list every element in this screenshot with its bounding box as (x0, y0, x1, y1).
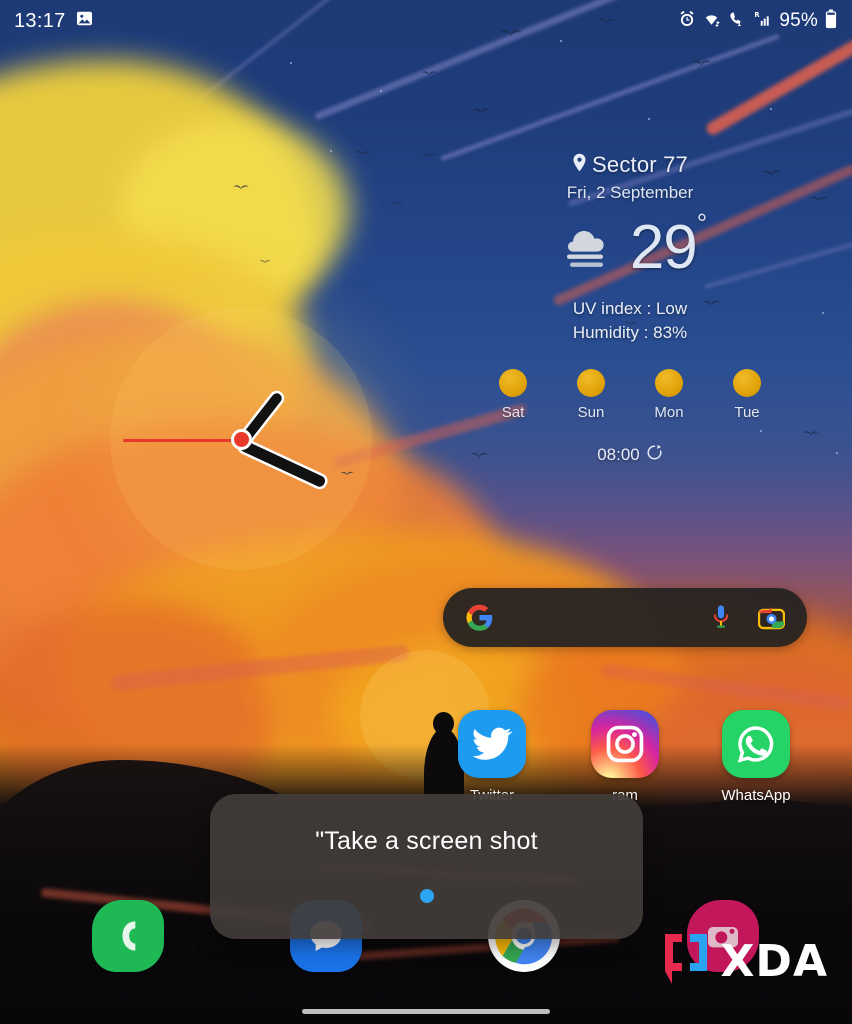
google-g-icon (465, 603, 494, 632)
phone-handset-icon (92, 900, 164, 972)
navigation-bar (0, 998, 852, 1024)
wallpaper-bird (233, 185, 248, 191)
sunny-icon (499, 369, 527, 398)
forecast-day-label: Tue (734, 404, 760, 422)
voice-assistant-panel[interactable]: "Take a screen shot (210, 794, 643, 939)
status-bar: 13:17 1 R 95% (0, 0, 852, 42)
svg-text:R: R (755, 10, 761, 18)
app-label-whatsapp: WhatsApp (721, 787, 791, 804)
weather-humidity: Humidity : 83% (572, 323, 688, 343)
svg-text:1: 1 (738, 21, 742, 28)
weather-meta: UV index : Low Humidity : 83% (430, 297, 830, 345)
clock-second-hand (123, 439, 241, 442)
weather-main-row: 29° (430, 208, 830, 282)
dock-icon-phone[interactable] (80, 900, 176, 972)
wallpaper-bird (355, 151, 372, 158)
forecast-day[interactable]: Mon (641, 369, 697, 421)
sunny-icon (733, 369, 761, 398)
cloud-haze-icon (554, 220, 616, 277)
wallpaper-bird (421, 71, 436, 77)
home-gesture-pill[interactable] (302, 1008, 550, 1014)
forecast-day-label: Mon (654, 404, 684, 422)
assistant-listening-indicator (419, 889, 434, 903)
weather-widget[interactable]: Sector 77 Fri, 2 September 29° UV index … (430, 152, 830, 466)
instagram-camera-icon (591, 710, 659, 778)
forecast-day[interactable]: Sat (485, 369, 541, 421)
forecast-day[interactable]: Tue (719, 369, 775, 421)
whatsapp-phone-icon (722, 710, 790, 778)
forecast-day[interactable]: Sun (563, 369, 619, 421)
wallpaper-bird (391, 202, 403, 207)
google-lens-camera-icon[interactable] (758, 606, 785, 630)
battery-percentage: 95% (779, 10, 818, 31)
weather-temperature: 29° (629, 208, 707, 282)
assistant-transcript: "Take a screen shot (315, 827, 538, 855)
analog-clock-widget[interactable] (110, 308, 372, 570)
search-input[interactable] (494, 588, 710, 647)
clock-center-pin (233, 431, 249, 447)
weather-date: Fri, 2 September (566, 183, 694, 202)
status-bar-left: 13:17 (14, 9, 94, 33)
xda-bracket-logo-icon (660, 931, 712, 992)
wifi-icon (702, 10, 721, 33)
clock-minute-hand (238, 439, 327, 489)
sunny-icon (577, 369, 605, 398)
location-pin-icon (572, 152, 587, 178)
next-alarm-time: 08:00 (597, 445, 640, 465)
forecast-day-label: Sun (577, 404, 605, 422)
alarm-clock-icon (678, 10, 696, 33)
status-bar-clock: 13:17 (14, 9, 66, 32)
status-bar-right: 1 R 95% (678, 9, 838, 34)
xda-watermark-text: XDA (720, 935, 828, 987)
wallpaper-bird (691, 60, 711, 68)
signal-bars-icon: R (753, 10, 773, 33)
app-icon-instagram[interactable]: ram (577, 710, 673, 804)
battery-icon (824, 9, 838, 34)
app-icon-twitter[interactable]: Twitter (444, 710, 540, 804)
alarm-repeat-icon (646, 444, 663, 466)
microphone-icon[interactable] (710, 604, 732, 631)
call-forwarding-icon: 1 (727, 10, 747, 33)
weather-location-label: Sector 77 (592, 152, 688, 177)
sunny-icon (655, 369, 683, 398)
weather-uv-index: UV index : Low (572, 299, 688, 318)
wallpaper-bird (472, 109, 491, 117)
weather-location-row[interactable]: Sector 77 (430, 152, 830, 178)
app-icon-whatsapp[interactable]: WhatsApp (708, 710, 804, 804)
next-alarm-row[interactable]: 08:00 (430, 444, 830, 466)
wallpaper-bird (260, 260, 271, 265)
weather-forecast-row: Sat Sun Mon Tue (430, 369, 830, 421)
twitter-bird-icon (458, 710, 526, 778)
google-search-bar[interactable] (443, 588, 807, 647)
xda-watermark: XDA (660, 931, 829, 992)
android-home-screen: 13:17 1 R 95% Sector 77 Fri, 2 September… (0, 0, 852, 1024)
image-notification-icon (75, 9, 94, 33)
forecast-day-label: Sat (501, 404, 525, 422)
